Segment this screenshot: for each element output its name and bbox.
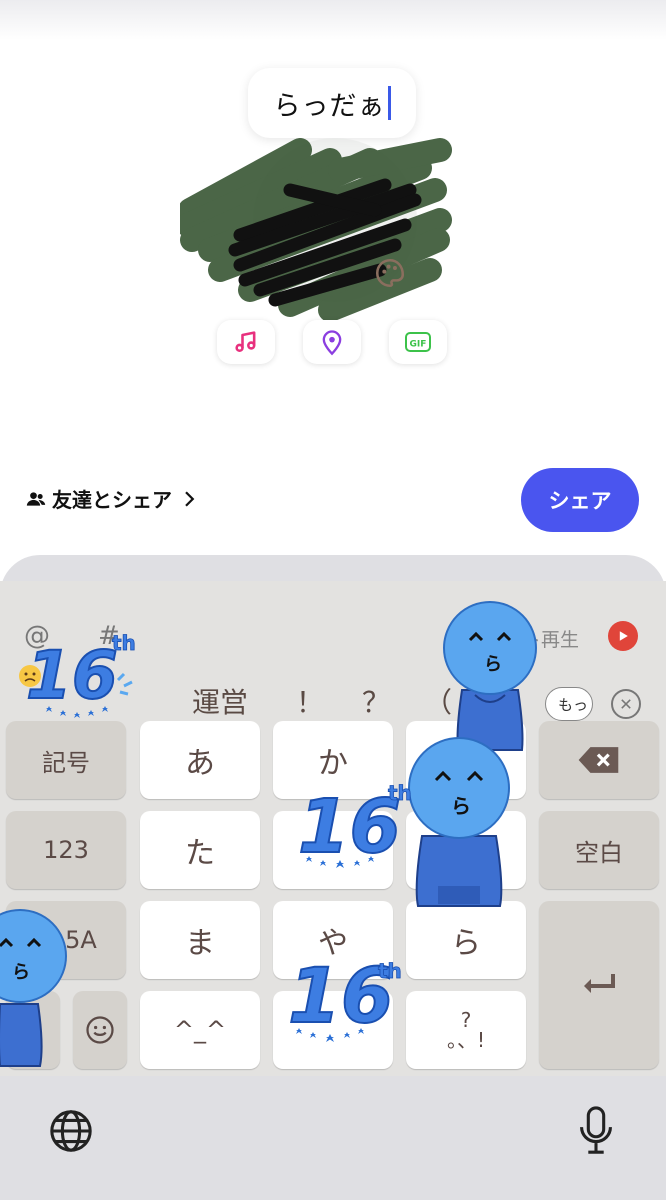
badge-number: 16 [26,637,118,714]
sticker-16th-badge[interactable]: 16 th [286,938,416,1053]
sticker-16th-badge[interactable]: 16 th [296,770,426,880]
badge-suffix: th [388,781,412,805]
badge-suffix: th [112,631,136,655]
key-ta[interactable]: た [140,811,260,889]
globe-icon[interactable] [48,1108,94,1154]
people-icon [26,491,46,506]
redaction-scribble [180,138,452,322]
microphone-icon[interactable] [576,1106,616,1156]
backspace-key[interactable] [539,721,659,799]
text-caret [387,86,391,120]
symbols-key[interactable]: 記号 [6,721,126,799]
location-button[interactable] [303,320,361,364]
face-key[interactable]: ^_^ [140,991,260,1069]
attachment-row: GIF [217,320,447,364]
play-icon[interactable] [608,621,638,651]
share-friends-label: 友達とシェア [52,488,172,512]
punctuation-key[interactable]: ? 。、! [406,991,526,1069]
number-key[interactable]: 123 [6,811,126,889]
candidate-more[interactable]: もっ [545,687,593,721]
key-a[interactable]: あ [140,721,260,799]
character-mouth: ら [451,794,471,818]
character-mouth: ら [484,654,502,675]
backspace-icon [578,747,619,773]
gif-icon: GIF [405,332,431,352]
badge-suffix: th [378,959,402,983]
space-key[interactable]: 空白 [539,811,659,889]
return-arrow-icon [584,974,615,993]
close-candidates-icon[interactable] [611,689,641,719]
location-pin-icon [322,330,342,356]
punctuation-top: ? [460,1008,472,1032]
punctuation-bottom: 。、! [446,1028,486,1052]
music-note-icon [235,331,256,353]
character-mouth: ら [12,962,30,983]
chevron-right-icon [185,490,195,507]
compose-text: らっだぁ [273,90,386,122]
text-input-bubble[interactable]: らっだぁ [248,68,416,138]
candidate-word[interactable]: 運営 [192,681,248,721]
smiley-key[interactable] [73,991,127,1069]
sticker-character-edge[interactable]: ら [0,904,70,1070]
share-button[interactable]: シェア [521,468,639,532]
candidate-exclamation[interactable]: ！ [296,681,324,721]
candidate-question[interactable]: ？ [362,681,390,721]
photo-preview[interactable] [180,130,470,330]
badge-number: 16 [298,784,401,870]
share-with-friends[interactable]: 友達とシェア [26,484,198,513]
gif-label: GIF [410,340,427,350]
gif-button[interactable]: GIF [389,320,447,364]
palette-icon[interactable] [373,256,407,290]
sticker-character-small[interactable]: ら [440,600,540,756]
key-ma[interactable]: ま [140,901,260,979]
smiley-icon [86,1016,114,1044]
music-button[interactable] [217,320,275,364]
top-shade [0,0,666,40]
enter-key[interactable] [539,901,659,1069]
key-ra[interactable]: ら [406,901,526,979]
sticker-16th-badge[interactable]: 16 th [16,620,146,730]
